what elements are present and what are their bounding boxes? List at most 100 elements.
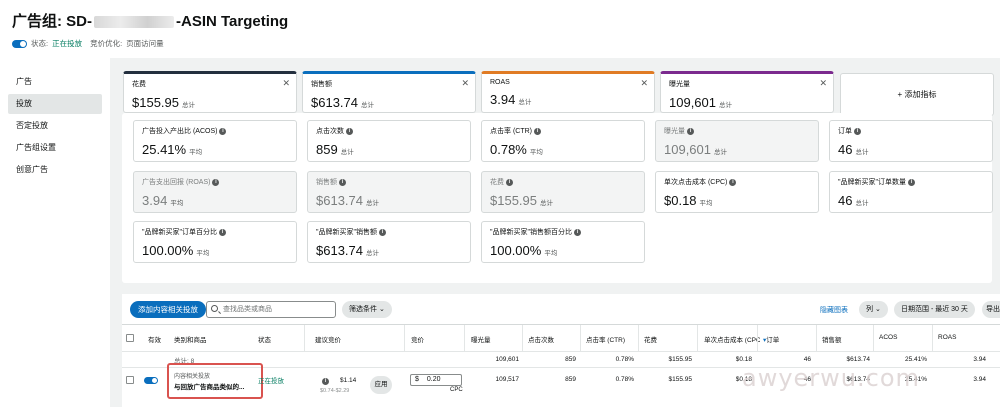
col-cpc[interactable]: 单次点击成本 (CPC) (704, 334, 760, 344)
metric-card-roas-grid[interactable]: 广告支出回报 (ROAS) i 3.94 平均 (133, 171, 297, 213)
metric-card-ntb-order-pct[interactable]: "品牌新买家"订单百分比 i 100.00% 平均 (133, 221, 297, 263)
page-header: 广告组: SD- -ASIN Targeting 状态: 正在投放 竞价优化: 页… (0, 0, 1000, 58)
status-toggle[interactable] (12, 39, 27, 48)
add-metric-button[interactable]: + 添加指标 (840, 73, 994, 116)
col-spend[interactable]: 花费 (644, 334, 657, 344)
metric-value: $613.74 (311, 95, 358, 110)
metric-card-roas[interactable]: ROAS 3.94 总计 ✕ (481, 71, 655, 113)
metric-card-spend-grid[interactable]: 花费 i $155.95 总计 (481, 171, 645, 213)
nav-item-negative-targeting[interactable]: 否定投放 (8, 116, 102, 136)
total-acos: 25.41% (904, 356, 927, 363)
info-icon[interactable]: i (378, 228, 386, 236)
metric-value: $155.95 (490, 193, 537, 208)
metric-card-ctr[interactable]: 点击率 (CTR) i 0.78% 平均 (481, 120, 645, 162)
metric-sub: 总计 (361, 102, 374, 109)
metric-card-ntb-sales-pct[interactable]: "品牌新买家"销售额百分比 i 100.00% 平均 (481, 221, 645, 263)
col-suggested-bid[interactable]: 建议竞价 (315, 334, 341, 344)
info-icon[interactable]: i (534, 127, 541, 135)
col-clicks[interactable]: 点击次数 (528, 334, 554, 344)
metric-card-impressions[interactable]: 曝光量 109,601 总计 ✕ (660, 71, 834, 113)
col-roas[interactable]: ROAS (938, 334, 956, 341)
metric-label: 花费 (132, 81, 146, 88)
nav-item-targeting[interactable]: 投放 (8, 94, 102, 114)
chevron-down-icon: ⌄ (378, 306, 385, 313)
nav-item-adgroup-settings[interactable]: 广告组设置 (8, 138, 102, 158)
info-icon[interactable]: i (339, 178, 346, 186)
metric-sub: 平均 (699, 200, 713, 207)
metric-card-sales-grid[interactable]: 销售额 i $613.74 总计 (307, 171, 471, 213)
metric-sub: 总计 (855, 149, 869, 156)
select-all-checkbox[interactable] (126, 334, 134, 342)
info-icon[interactable]: i (218, 228, 226, 236)
column-divider (816, 325, 817, 351)
info-icon[interactable]: i (506, 178, 513, 186)
row-roas: 3.94 (973, 376, 986, 383)
search-input[interactable]: 查找品类或商品 (206, 301, 336, 318)
metric-card-ntb-sales[interactable]: "品牌新买家"销售额 i $613.74 总计 (307, 221, 471, 263)
apply-bid-button[interactable]: 应用 (370, 376, 392, 394)
left-nav: 广告 投放 否定投放 广告组设置 创意广告 (0, 58, 110, 407)
col-bid[interactable]: 竞价 (411, 334, 424, 344)
add-targeting-button[interactable]: 添加内容相关投放 (130, 301, 206, 318)
metric-value: 859 (316, 142, 338, 157)
metric-card-clicks[interactable]: 点击次数 i 859 总计 (307, 120, 471, 162)
close-icon[interactable]: ✕ (819, 78, 827, 89)
metric-card-acos[interactable]: 广告投入产出比 (ACOS) i 25.41% 平均 (133, 120, 297, 162)
metric-value: 0.78% (490, 142, 527, 157)
metric-sub: 总计 (540, 200, 553, 207)
metric-card-impressions-grid[interactable]: 曝光量 i 109,601 总计 (655, 120, 819, 162)
info-icon[interactable]: i (219, 127, 227, 135)
col-sales[interactable]: 销售额 (822, 334, 842, 344)
metric-value: 100.00% (490, 243, 542, 258)
export-button[interactable]: 导出 (982, 301, 1000, 318)
filter-button[interactable]: 筛选条件 ⌄ (342, 301, 392, 318)
info-icon[interactable]: i (687, 127, 694, 135)
search-placeholder: 查找品类或商品 (223, 306, 272, 313)
col-category[interactable]: 类别和商品 (174, 334, 207, 344)
bid-unit: CPC (450, 387, 463, 393)
header-divider (122, 351, 1000, 352)
col-acos[interactable]: ACOS (879, 334, 897, 341)
col-active[interactable]: 有效 (148, 334, 161, 344)
metric-card-sales[interactable]: 销售额 $613.74 总计 ✕ (302, 71, 476, 113)
col-orders-label: 订单 (766, 337, 780, 344)
col-ctr[interactable]: 点击率 (CTR) (586, 334, 625, 344)
nav-item-creative[interactable]: 创意广告 (8, 160, 102, 180)
info-icon[interactable]: i (212, 178, 220, 186)
info-icon[interactable]: i (729, 178, 737, 186)
hide-chart-link[interactable]: 隐藏图表 (820, 305, 848, 315)
metric-sub: 总计 (719, 102, 732, 109)
metric-value: 100.00% (142, 243, 194, 258)
column-divider (638, 325, 639, 351)
metric-label: 单次点击成本 (CPC) (664, 179, 728, 186)
col-status[interactable]: 状态 (258, 334, 271, 344)
info-icon[interactable]: i (346, 127, 353, 135)
info-icon[interactable]: i (573, 228, 581, 236)
close-icon[interactable]: ✕ (282, 78, 290, 89)
info-icon[interactable]: i (907, 178, 915, 186)
metric-value: 109,601 (664, 142, 711, 157)
columns-button[interactable]: 列 ⌄ (859, 301, 888, 318)
metric-sub: 平均 (544, 250, 558, 257)
total-roas: 3.94 (973, 356, 986, 363)
close-icon[interactable]: ✕ (461, 78, 469, 89)
metric-value: 109,601 (669, 95, 716, 110)
row-checkbox[interactable] (126, 376, 134, 384)
metric-card-cpc[interactable]: 单次点击成本 (CPC) i $0.18 平均 (655, 171, 819, 213)
bid-input[interactable]: $0.20 (410, 374, 462, 386)
nav-item-ads[interactable]: 广告 (8, 72, 102, 92)
date-range-button[interactable]: 日期范围 - 最近 30 天 (894, 301, 975, 318)
row-active-toggle[interactable] (144, 377, 158, 384)
col-orders[interactable]: ▾订单 (763, 334, 779, 344)
row-ctr: 0.78% (615, 376, 634, 383)
info-icon[interactable]: i (322, 378, 329, 385)
metric-card-spend[interactable]: 花费 $155.95 总计 ✕ (123, 71, 297, 113)
col-impressions[interactable]: 曝光量 (471, 334, 491, 344)
metric-card-orders[interactable]: 订单 i 46 总计 (829, 120, 993, 162)
metric-card-ntb-orders[interactable]: "品牌新买家"订单数量 i 46 总计 (829, 171, 993, 213)
info-icon[interactable]: i (854, 127, 861, 135)
metric-value: $155.95 (132, 95, 179, 110)
highlight-annotation (167, 363, 263, 399)
close-icon[interactable]: ✕ (640, 78, 648, 89)
metric-value: $0.18 (664, 193, 697, 208)
